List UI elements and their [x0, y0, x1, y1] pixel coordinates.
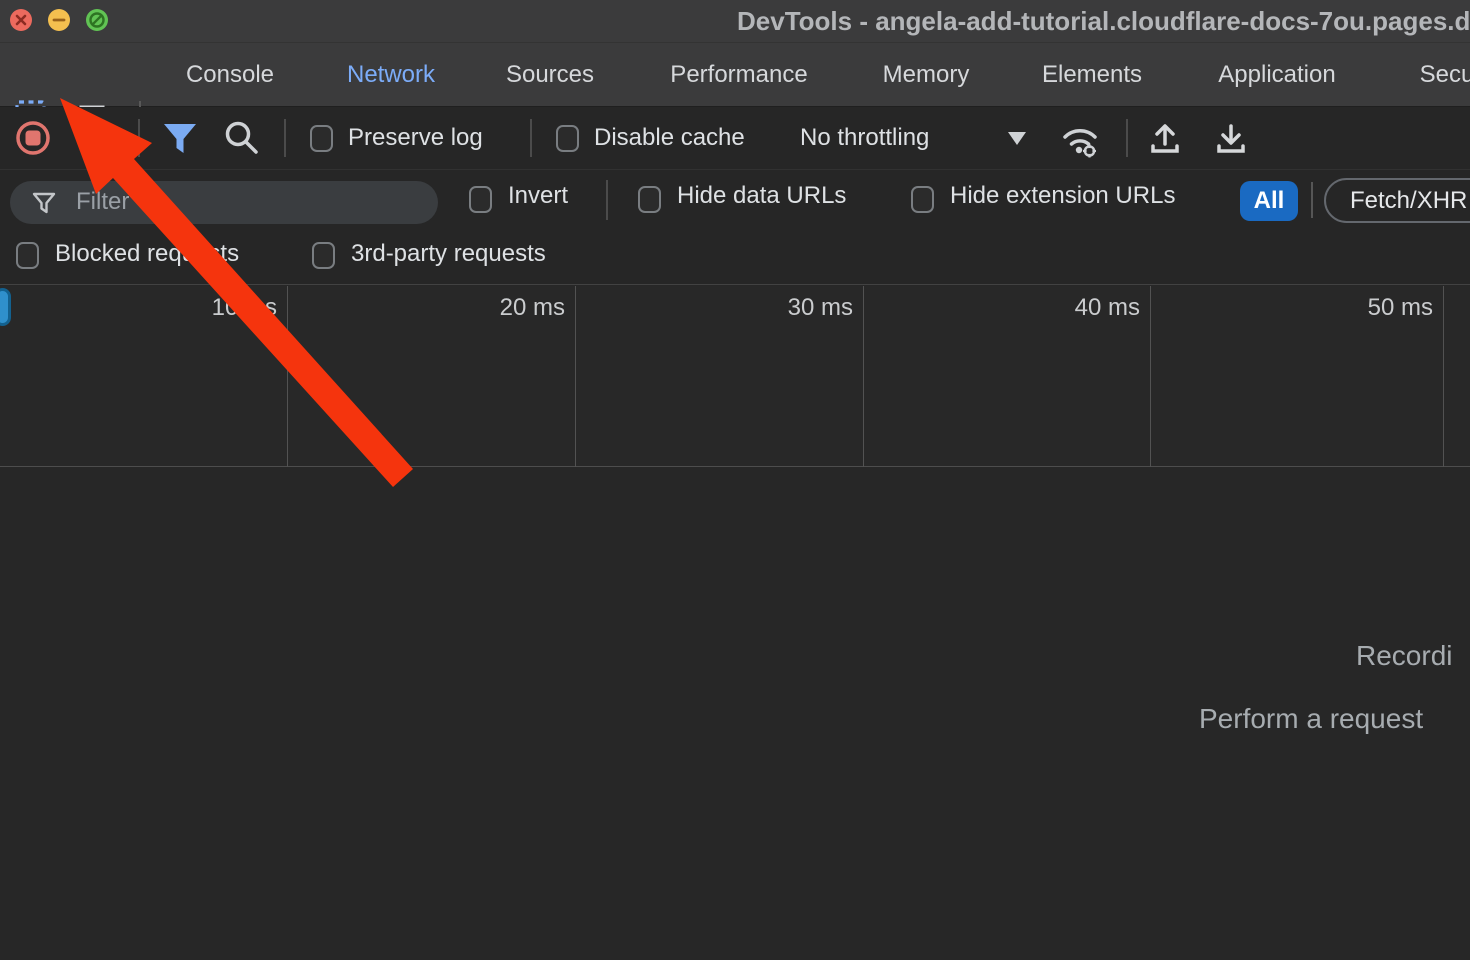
zoom-disabled-icon: [86, 9, 108, 31]
toolbar-divider: [606, 180, 608, 220]
toolbar-divider: [530, 119, 532, 157]
minimize-window-button[interactable]: [48, 9, 70, 31]
tab-application[interactable]: Application: [1218, 43, 1335, 107]
tab-elements[interactable]: Elements: [1042, 43, 1142, 107]
timeline-gridline: [863, 286, 864, 467]
timeline-tick-label: 30 ms: [773, 294, 853, 322]
tab-memory[interactable]: Memory: [883, 43, 970, 107]
tab-console[interactable]: Console: [186, 43, 274, 107]
checkbox-unchecked: [16, 242, 39, 269]
network-conditions-button[interactable]: [1058, 117, 1098, 157]
timeline-gridline: [1443, 286, 1444, 467]
checkbox-unchecked: [638, 186, 661, 213]
checkbox-unchecked: [911, 186, 934, 213]
timeline-tick-label: 20 ms: [485, 294, 565, 322]
export-har-button[interactable]: [1212, 120, 1252, 160]
timeline-tick-label: 10 ms: [197, 294, 277, 322]
tab-performance[interactable]: Performance: [670, 43, 807, 107]
download-icon: [1212, 120, 1250, 158]
close-icon: [10, 9, 32, 31]
filter-toggle-button[interactable]: [162, 122, 202, 162]
timeline-gridline: [575, 286, 576, 467]
minimize-icon: [48, 9, 70, 31]
filter-input-container[interactable]: [10, 181, 438, 224]
tab-network[interactable]: Network: [347, 43, 435, 107]
search-network-button[interactable]: [222, 118, 262, 158]
request-type-all-button[interactable]: All: [1240, 181, 1298, 221]
devtools-tabbar: Console Network Sources Performance Memo…: [0, 42, 1470, 107]
filter-funnel-icon: [32, 191, 56, 215]
toolbar-divider: [284, 119, 286, 157]
checkbox-unchecked: [312, 242, 335, 269]
toolbar-divider: [138, 119, 140, 157]
overview-selection-handle[interactable]: [0, 288, 11, 326]
toolbar-divider: [1311, 182, 1313, 218]
zoom-window-button[interactable]: [86, 9, 108, 31]
devtools-window: DevTools - angela-add-tutorial.cloudflar…: [0, 0, 1470, 960]
clear-icon: [76, 120, 112, 156]
empty-state-hint-text: Perform a request: [1199, 703, 1423, 735]
timeline-tick-label: 40 ms: [1060, 294, 1140, 322]
checkbox-unchecked: [310, 125, 333, 152]
upload-icon: [1146, 120, 1184, 158]
network-toolbar: Preserve log Disable cache No throttling: [0, 107, 1470, 170]
chevron-down-icon: [1008, 132, 1026, 145]
window-title: DevTools - angela-add-tutorial.cloudflar…: [737, 0, 1470, 42]
empty-state-recording-text: Recordi: [1356, 640, 1452, 672]
network-conditions-icon: [1058, 117, 1102, 161]
search-icon: [222, 118, 262, 158]
filter-funnel-icon: [162, 122, 198, 156]
timeline-gridline: [1150, 286, 1151, 467]
close-window-button[interactable]: [10, 9, 32, 31]
import-har-button[interactable]: [1146, 120, 1186, 160]
record-network-log-button[interactable]: [15, 120, 55, 160]
titlebar: DevTools - angela-add-tutorial.cloudflar…: [0, 0, 1470, 42]
toolbar-divider: [1126, 119, 1128, 157]
filter-input[interactable]: [76, 185, 416, 219]
tab-security[interactable]: Secu: [1420, 43, 1470, 107]
checkbox-unchecked: [556, 125, 579, 152]
tab-sources[interactable]: Sources: [506, 43, 594, 107]
network-overview-timeline[interactable]: 10 ms 20 ms 30 ms 40 ms 50 ms: [0, 286, 1470, 467]
timeline-tick-label: 50 ms: [1353, 294, 1433, 322]
record-icon: [15, 120, 51, 156]
checkbox-unchecked: [469, 186, 492, 213]
network-filter-row2: Blocked requests 3rd-party requests: [0, 228, 1470, 285]
request-type-fetch-xhr-button[interactable]: Fetch/XHR: [1324, 178, 1470, 223]
clear-network-log-button[interactable]: [76, 120, 116, 160]
network-filter-bar: Invert Hide data URLs Hide extension URL…: [0, 170, 1470, 228]
timeline-gridline: [287, 286, 288, 467]
